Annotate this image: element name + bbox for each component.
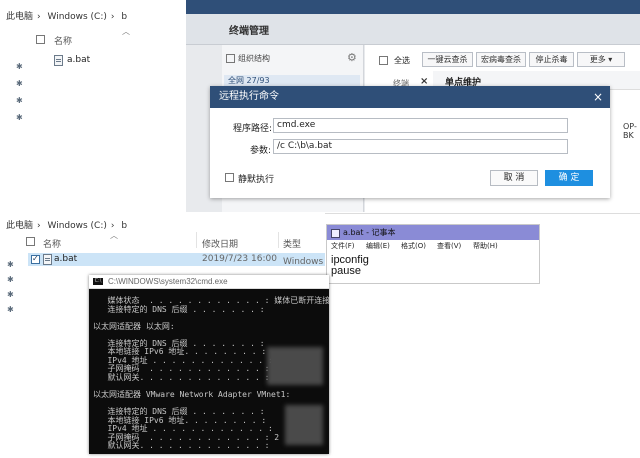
silent-execute-checkbox[interactable] <box>225 173 234 182</box>
column-header-name[interactable]: 名称 <box>54 34 72 47</box>
row-checkbox[interactable]: ✓ <box>31 254 40 264</box>
breadcrumb-item[interactable]: 此电脑 <box>6 221 33 231</box>
cancel-button[interactable]: 取 消 <box>490 170 538 186</box>
column-divider <box>278 232 279 248</box>
app-header-bar <box>186 0 640 14</box>
sort-up-icon[interactable]: ︿ <box>110 230 118 241</box>
cmd-output-line: 以太网适配器 以太网: <box>93 321 175 331</box>
menu-format[interactable]: 格式(O) <box>401 240 426 252</box>
file-name[interactable]: a.bat <box>54 254 77 264</box>
select-all-label: 全选 <box>394 56 410 65</box>
pin-icon: ✱ <box>16 62 23 71</box>
select-all-checkbox[interactable] <box>379 56 388 65</box>
pin-icon: ✱ <box>7 290 14 299</box>
remote-execute-dialog: 远程执行命令 × 程序路径: cmd.exe 参数: /c C:\b\a.bat… <box>210 86 610 198</box>
breadcrumb-item[interactable]: b <box>121 221 127 231</box>
close-icon[interactable]: × <box>593 86 603 108</box>
cmd-output-line: 连接特定的 DNS 后缀 . . . . . . . : <box>93 407 265 417</box>
cmd-output-line: 以太网适配器 VMware Network Adapter VMnet1: <box>93 390 291 400</box>
notepad-title-bar: a.bat - 记事本 <box>327 225 539 240</box>
menu-view[interactable]: 查看(V) <box>437 240 461 252</box>
file-modified-date: 2019/7/23 16:00 <box>202 254 277 264</box>
cmd-output-line: 默认网关. . . . . . . . . . . . . : <box>93 372 270 382</box>
bat-file-icon <box>54 55 63 66</box>
column-header-date[interactable]: 修改日期 <box>202 237 238 250</box>
breadcrumb-item[interactable]: Windows (C:) <box>48 221 107 231</box>
menu-help[interactable]: 帮助(H) <box>473 240 498 252</box>
pin-icon: ✱ <box>16 113 23 122</box>
breadcrumb-separator: › <box>37 12 41 22</box>
org-tree-icon <box>226 54 235 63</box>
pin-icon: ✱ <box>7 275 14 284</box>
select-all-checkbox[interactable] <box>26 237 35 246</box>
tab-terminal-management[interactable]: 终端管理 <box>229 22 269 37</box>
macro-virus-scan-button[interactable]: 宏病毒查杀 <box>476 52 526 67</box>
bat-file-icon <box>43 254 52 265</box>
pin-icon: ✱ <box>7 260 14 269</box>
more-dropdown-button[interactable]: 更多 ▾ <box>577 52 625 67</box>
cmd-title-bar: C:\ C:\WINDOWS\system32\cmd.exe <box>89 275 329 289</box>
cmd-window: C:\ C:\WINDOWS\system32\cmd.exe 媒体状态 . .… <box>89 275 331 454</box>
settings-gear-icon[interactable]: ⚙ <box>347 51 357 64</box>
cmd-output-line: 默认网关. . . . . . . . . . . . . : <box>93 441 270 451</box>
path-label: 程序路径: <box>233 124 273 134</box>
notepad-menu-bar: 文件(F) 编辑(E) 格式(O) 查看(V) 帮助(H) <box>327 240 539 252</box>
pin-icon: ✱ <box>16 96 23 105</box>
pin-icon: ✱ <box>7 305 14 314</box>
redacted-area <box>267 347 323 385</box>
select-all-checkbox[interactable] <box>36 35 45 44</box>
cmd-output-line: 媒体状态 . . . . . . . . . . . . : 媒体已断开连接 <box>93 296 331 305</box>
pin-icon: ✱ <box>16 79 23 88</box>
dialog-title: 远程执行命令 <box>219 91 279 102</box>
cmd-icon: C:\ <box>93 278 103 285</box>
breadcrumb-item[interactable]: Windows (C:) <box>48 12 107 22</box>
cmd-title: C:\WINDOWS\system32\cmd.exe <box>108 277 228 286</box>
sidebar-title: 组织结构 <box>238 54 270 63</box>
dialog-title-bar: 远程执行命令 × <box>210 86 610 108</box>
column-header-name[interactable]: 名称 <box>43 237 61 250</box>
breadcrumb-item[interactable]: 此电脑 <box>6 12 33 22</box>
notepad-line[interactable]: pause <box>331 266 361 277</box>
cloud-scan-button[interactable]: 一键云查杀 <box>422 52 473 67</box>
ok-button[interactable]: 确 定 <box>545 170 593 186</box>
breadcrumb-separator: › <box>110 12 115 22</box>
menu-edit[interactable]: 编辑(E) <box>366 240 390 252</box>
param-label: 参数: <box>250 146 272 156</box>
silent-execute-label: 静默执行 <box>238 175 275 185</box>
parameters-input[interactable]: /c C:\b\a.bat <box>273 139 568 154</box>
sort-up-icon[interactable]: ︿ <box>122 26 130 37</box>
notepad-window: a.bat - 记事本 文件(F) 编辑(E) 格式(O) 查看(V) 帮助(H… <box>326 224 540 284</box>
top-file-explorer: 此电脑 › Windows (C:) › b ︿ 名称 a.bat ✱ ✱ ✱ ✱ <box>0 0 185 212</box>
notepad-icon <box>331 229 340 238</box>
column-divider <box>196 232 197 248</box>
program-path-input[interactable]: cmd.exe <box>273 118 568 133</box>
column-header-type[interactable]: 类型 <box>283 237 301 250</box>
menu-file[interactable]: 文件(F) <box>331 240 355 252</box>
breadcrumb[interactable]: 此电脑 › Windows (C:) › b <box>6 9 131 22</box>
device-name-cut: OP-BK <box>623 122 637 140</box>
notepad-title: a.bat - 记事本 <box>343 228 396 237</box>
app-tab-bar: 终端管理 <box>186 14 640 45</box>
stop-scan-button[interactable]: 停止杀毒 <box>529 52 574 67</box>
sidebar-item-all-network[interactable]: 全网 27/93 <box>224 75 360 86</box>
more-label: 更多 <box>589 55 606 64</box>
file-name[interactable]: a.bat <box>67 55 90 65</box>
cmd-output-line: 连接特定的 DNS 后缀 . . . . . . . : <box>93 304 265 314</box>
breadcrumb-separator: › <box>37 221 41 231</box>
breadcrumb-item[interactable]: b <box>121 12 127 22</box>
redacted-area <box>285 405 323 445</box>
file-row-selected[interactable]: ✓ a.bat 2019/7/23 16:00 Windows 批 <box>28 253 335 267</box>
